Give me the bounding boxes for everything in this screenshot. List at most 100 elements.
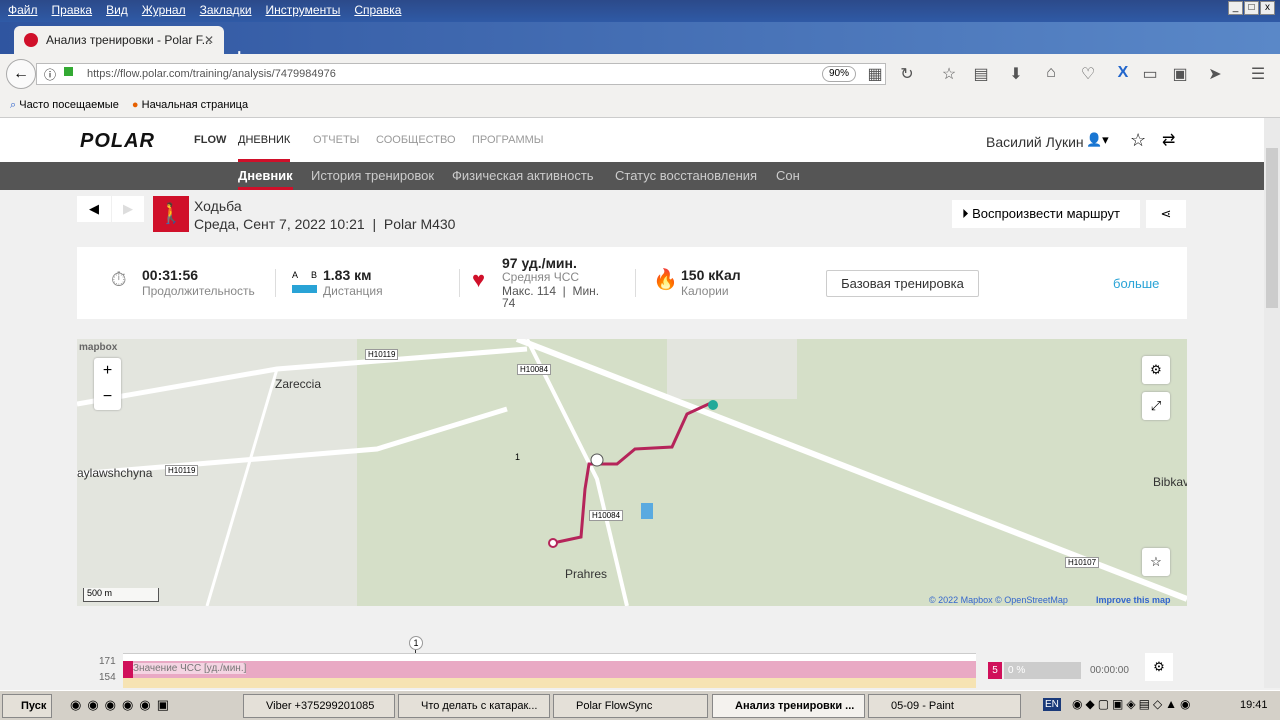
language-indicator[interactable]: EN bbox=[1043, 698, 1061, 711]
more-link[interactable]: больше bbox=[1113, 276, 1159, 291]
most-visited-icon: ⌕ bbox=[10, 99, 17, 111]
favorites-star-icon[interactable]: ☆ bbox=[1130, 130, 1146, 151]
share-button[interactable]: ⋖ bbox=[1146, 200, 1186, 228]
menu-tools[interactable]: Инструменты bbox=[266, 3, 341, 17]
map-scale: 500 m bbox=[83, 588, 159, 602]
duration-value: 00:31:56 bbox=[142, 267, 199, 283]
nav-bar: ← https://flow.polar.com/training/analys… bbox=[0, 54, 1280, 94]
bookmark-most-visited[interactable]: Часто посещаемые bbox=[19, 99, 119, 111]
send-icon[interactable]: ➤ bbox=[1205, 64, 1225, 84]
task-paint[interactable]: 05-09 - Paint bbox=[868, 694, 1021, 718]
place-label: aylawshchyna bbox=[77, 466, 153, 480]
duration-label: Продолжительность bbox=[142, 284, 255, 298]
prev-session-button[interactable]: ◀ bbox=[77, 196, 111, 222]
route-end-marker bbox=[548, 538, 558, 548]
zoom-out-button[interactable]: − bbox=[94, 384, 121, 410]
close-window-button[interactable]: x bbox=[1260, 1, 1275, 15]
mapbox-logo[interactable]: mapbox bbox=[79, 342, 117, 353]
session-date: Среда, Сент 7, 2022 10:21 | Polar M430 bbox=[194, 216, 456, 232]
chart-lap-marker[interactable]: 1 bbox=[409, 636, 423, 650]
tray-icons[interactable]: ◉◆▢▣◈▤◇▲◉ bbox=[1072, 697, 1194, 711]
road-label: H10084 bbox=[589, 510, 624, 521]
stopwatch-icon: ⏱ bbox=[111, 269, 127, 291]
avg-hr-value: 97 уд./мин. bbox=[502, 255, 577, 271]
user-name[interactable]: Василий Лукин bbox=[986, 134, 1084, 150]
home-icon[interactable]: ⌂ bbox=[1041, 64, 1061, 82]
map-zoom-control: + − bbox=[94, 358, 121, 410]
zoom-level[interactable]: 90% bbox=[822, 66, 856, 82]
map-settings-icon[interactable]: ⚙ bbox=[1142, 356, 1170, 384]
map-favorite-star-icon[interactable]: ☆ bbox=[1142, 548, 1170, 576]
distance-label: Дистанция bbox=[323, 284, 383, 298]
menu-edit[interactable]: Правка bbox=[52, 3, 93, 17]
task-opera[interactable]: Что делать с катарак... bbox=[398, 694, 550, 718]
road-label: H10119 bbox=[365, 349, 399, 360]
tab-close-button[interactable]: ✕ bbox=[204, 26, 214, 54]
fullscreen-icon[interactable]: ⤢ bbox=[1142, 392, 1170, 420]
back-button[interactable]: ← bbox=[6, 59, 36, 89]
menu-help[interactable]: Справка bbox=[354, 3, 401, 17]
bookmark-start-page[interactable]: Начальная страница bbox=[142, 99, 248, 111]
menu-history[interactable]: Журнал bbox=[142, 3, 186, 17]
route-map[interactable]: 1 mapbox Zareccia aylawshchyna Prahres B… bbox=[77, 339, 1187, 606]
subnav-recovery[interactable]: Статус восстановления bbox=[615, 168, 757, 183]
menu-file[interactable]: Файл bbox=[8, 3, 38, 17]
nav-community[interactable]: СООБЩЕСТВО bbox=[376, 134, 456, 146]
hr-chart[interactable]: Значение ЧСС [уд./мин.] bbox=[123, 653, 976, 688]
tab-active[interactable]: Анализ тренировки - Polar F... ✕ bbox=[14, 26, 224, 54]
library-icon[interactable]: ▤ bbox=[971, 64, 991, 84]
polar-logo[interactable]: POLAR bbox=[80, 130, 155, 153]
lap-marker-circle bbox=[590, 453, 604, 467]
menu-bookmarks[interactable]: Закладки bbox=[200, 3, 252, 17]
scrollbar-thumb[interactable] bbox=[1266, 148, 1278, 308]
zone-4-band bbox=[123, 678, 976, 688]
sync-notification-icon[interactable]: ⇄ bbox=[1162, 130, 1175, 150]
subnav-activity[interactable]: Физическая активность bbox=[452, 168, 594, 183]
reload-icon[interactable]: ↻ bbox=[897, 64, 917, 84]
ruler-icon bbox=[292, 285, 317, 293]
next-session-button[interactable]: ▶ bbox=[112, 196, 144, 222]
quick-launch-icons[interactable]: ◉◉◉◉◉▣ bbox=[70, 697, 175, 713]
task-firefox[interactable]: Анализ тренировки ... bbox=[712, 694, 865, 718]
base-training-button[interactable]: Базовая тренировка bbox=[826, 270, 979, 297]
subnav-sleep[interactable]: Сон bbox=[776, 168, 800, 183]
zone-5-indicator bbox=[123, 661, 133, 678]
star-icon[interactable]: ☆ bbox=[939, 64, 959, 84]
extension-x-icon[interactable]: X bbox=[1113, 64, 1133, 82]
maximize-button[interactable]: □ bbox=[1244, 1, 1259, 15]
page-scrollbar[interactable] bbox=[1264, 118, 1280, 688]
pocket-icon[interactable]: ♡ bbox=[1078, 64, 1098, 84]
user-icon[interactable]: 👤▾ bbox=[1086, 132, 1109, 148]
route-start-marker bbox=[708, 400, 718, 410]
lap-marker[interactable]: 1 bbox=[515, 452, 520, 462]
improve-map-link[interactable]: Improve this map bbox=[1096, 595, 1171, 605]
subnav-diary[interactable]: Дневник bbox=[238, 168, 293, 190]
nav-reports[interactable]: ОТЧЕТЫ bbox=[313, 134, 359, 146]
residential-area bbox=[667, 339, 797, 399]
nav-programs[interactable]: ПРОГРАММЫ bbox=[472, 134, 544, 146]
menu-view[interactable]: Вид bbox=[106, 3, 128, 17]
replay-route-button[interactable]: ⏵ Воспроизвести маршрут bbox=[952, 200, 1140, 228]
flag-icon[interactable]: ▭ bbox=[1140, 64, 1160, 84]
road bbox=[205, 368, 279, 606]
info-icon[interactable]: ⓘ bbox=[44, 66, 56, 83]
subnav-history[interactable]: История тренировок bbox=[311, 168, 434, 183]
replay-label: Воспроизвести маршрут bbox=[972, 206, 1120, 221]
zoom-in-button[interactable]: + bbox=[94, 358, 121, 384]
distance-b-label: B bbox=[311, 270, 318, 280]
hamburger-menu-icon[interactable]: ☰ bbox=[1248, 64, 1268, 84]
calories-label: Калории bbox=[681, 284, 729, 298]
task-flowsync[interactable]: Polar FlowSync bbox=[553, 694, 708, 718]
url-input[interactable]: https://flow.polar.com/training/analysis… bbox=[36, 63, 886, 85]
heart-icon: ♥ bbox=[472, 267, 486, 292]
reader-icon[interactable]: ▦ bbox=[865, 64, 885, 84]
chart-settings-icon[interactable]: ⚙ bbox=[1145, 653, 1173, 681]
task-viber[interactable]: Viber +375299201085 bbox=[243, 694, 395, 718]
map-copyright[interactable]: © 2022 Mapbox © OpenStreetMap bbox=[929, 595, 1068, 605]
road-label: H10107 bbox=[1065, 557, 1100, 568]
nav-diary[interactable]: ДНЕВНИК bbox=[238, 134, 291, 162]
start-button[interactable]: Пуск bbox=[2, 694, 52, 718]
download-icon[interactable]: ⬇ bbox=[1006, 64, 1026, 84]
monitor-icon[interactable]: ▣ bbox=[1170, 64, 1190, 84]
minimize-button[interactable]: _ bbox=[1228, 1, 1243, 15]
